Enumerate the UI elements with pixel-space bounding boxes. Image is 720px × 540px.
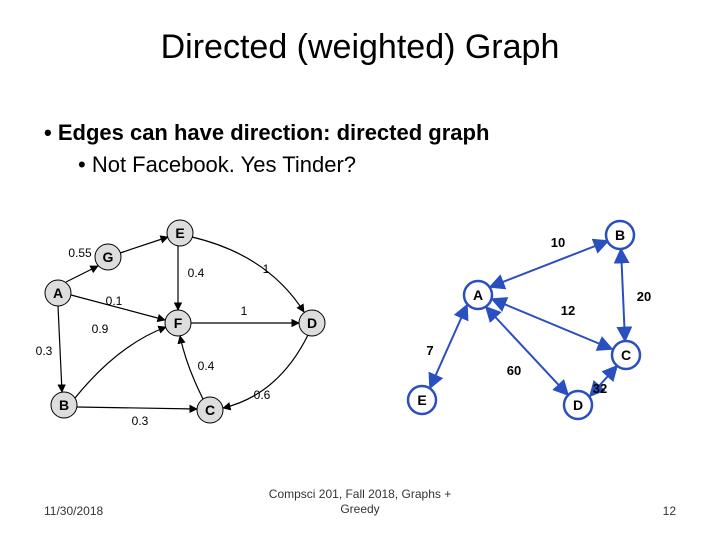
- graph-left: 0.3 0.55 0.1 0.9 0.4 1 1 0.6 0.4 0.3 A B…: [28, 215, 348, 433]
- svg-text:0.1: 0.1: [106, 294, 123, 308]
- svg-text:0.55: 0.55: [68, 246, 92, 260]
- svg-text:60: 60: [507, 363, 521, 378]
- svg-text:C: C: [205, 402, 215, 418]
- svg-text:0.6: 0.6: [254, 388, 271, 402]
- svg-text:F: F: [174, 315, 183, 331]
- slide-title: Directed (weighted) Graph: [0, 28, 720, 67]
- graph-left-svg: 0.3 0.55 0.1 0.9 0.4 1 1 0.6 0.4 0.3 A B…: [28, 215, 348, 433]
- svg-text:E: E: [417, 392, 426, 408]
- bullet-1: Edges can have direction: directed graph: [44, 120, 680, 146]
- svg-text:0.3: 0.3: [132, 414, 149, 428]
- svg-text:0.3: 0.3: [36, 344, 53, 358]
- svg-text:G: G: [103, 249, 114, 265]
- svg-text:A: A: [473, 287, 483, 303]
- svg-text:D: D: [573, 397, 583, 413]
- svg-text:12: 12: [561, 303, 575, 318]
- svg-text:10: 10: [551, 235, 565, 250]
- figures-row: 0.3 0.55 0.1 0.9 0.4 1 1 0.6 0.4 0.3 A B…: [28, 215, 692, 433]
- bullet-2: Not Facebook. Yes Tinder?: [78, 152, 680, 178]
- svg-text:1: 1: [241, 304, 248, 318]
- svg-text:C: C: [621, 347, 631, 363]
- svg-text:A: A: [53, 285, 63, 301]
- graph-right: 10 20 12 60 32 7 A B C D E: [368, 215, 678, 433]
- svg-text:B: B: [59, 397, 69, 413]
- svg-text:32: 32: [593, 381, 607, 396]
- slide: Directed (weighted) Graph Edges can have…: [0, 0, 720, 540]
- svg-text:0.9: 0.9: [92, 322, 109, 336]
- svg-text:0.4: 0.4: [198, 359, 215, 373]
- svg-text:1: 1: [263, 262, 270, 276]
- svg-text:B: B: [615, 227, 625, 243]
- svg-text:7: 7: [426, 343, 433, 358]
- svg-text:0.4: 0.4: [188, 266, 205, 280]
- bullet-list: Edges can have direction: directed graph…: [44, 120, 680, 178]
- svg-text:E: E: [175, 225, 184, 241]
- footer-page: 12: [663, 504, 676, 518]
- footer-middle: Compsci 201, Fall 2018, Graphs +Greedy: [0, 487, 720, 518]
- svg-text:D: D: [307, 315, 317, 331]
- svg-text:20: 20: [637, 289, 651, 304]
- edges: [430, 241, 625, 396]
- graph-right-svg: 10 20 12 60 32 7 A B C D E: [368, 215, 678, 433]
- weights: 10 20 12 60 32 7: [426, 235, 651, 396]
